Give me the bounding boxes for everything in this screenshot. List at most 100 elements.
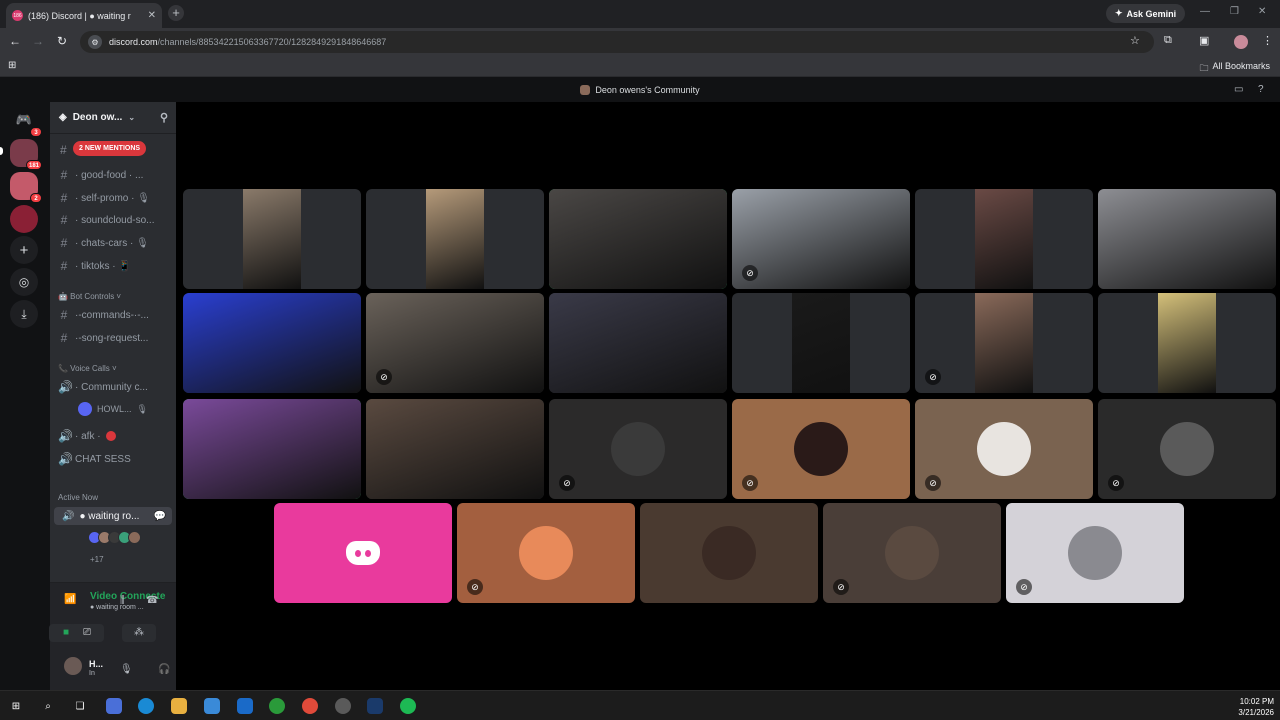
chrome-menu-icon[interactable]: ⋮ <box>1262 34 1273 47</box>
participant-tile-16[interactable]: ⊘ <box>732 399 910 499</box>
voice-channel-chat-sess[interactable]: 🔊 CHAT SESS <box>58 450 170 468</box>
help-icon[interactable]: ? <box>1258 84 1264 95</box>
participant-tile-17[interactable]: ⊘ <box>915 399 1093 499</box>
channel-self-promo[interactable]: # · self-promo · 🎙 <box>58 189 170 207</box>
hash-icon: # <box>60 168 68 182</box>
participant-tile-15[interactable]: ⊘ <box>549 399 727 499</box>
forward-arrow-icon[interactable]: → <box>30 34 46 48</box>
participant-tile-6[interactable] <box>1098 189 1276 289</box>
user-avatar[interactable] <box>64 657 82 675</box>
participant-tile-11[interactable]: ⊘ <box>915 293 1093 393</box>
activities-button[interactable]: ⁂ <box>122 624 156 642</box>
chrome-icon[interactable] <box>302 698 318 714</box>
participant-tile-10[interactable] <box>732 293 910 393</box>
steam-icon[interactable] <box>367 698 383 714</box>
windows-start-icon[interactable]: ⊞ <box>8 698 24 714</box>
back-arrow-icon[interactable]: ← <box>7 34 23 48</box>
ask-gemini-button[interactable]: ✦ Ask Gemini <box>1106 4 1186 23</box>
address-bar[interactable]: ⚙ discord.com/channels/88534221506336772… <box>80 31 1154 53</box>
microphone-icon[interactable]: 🎙 <box>120 664 133 675</box>
search-icon[interactable]: ⌕ <box>40 698 56 714</box>
invite-people-icon[interactable]: ⚲ <box>160 111 168 124</box>
participant-tile-13[interactable] <box>183 399 361 499</box>
participant-tile-5[interactable] <box>915 189 1093 289</box>
site-info-icon[interactable]: ⚙ <box>88 35 102 49</box>
participant-tile-9[interactable] <box>549 293 727 393</box>
category-voice-calls[interactable]: 📞 Voice Calls ˅ <box>58 364 117 373</box>
participant-tile-12[interactable] <box>1098 293 1276 393</box>
channel-song-request[interactable]: # ·-song-request... <box>58 329 170 347</box>
all-bookmarks-button[interactable]: 🗀 All Bookmarks <box>1199 61 1270 77</box>
window-close-icon[interactable]: ✕ <box>1258 6 1266 17</box>
participant-tile-21[interactable] <box>640 503 818 603</box>
channel-tiktoks[interactable]: # · tiktoks · 📱 <box>58 257 170 275</box>
channel-chats-cars[interactable]: # · chats-cars · 🎙 <box>58 234 170 252</box>
voice-member[interactable]: HOWL... 🎙 <box>78 400 170 418</box>
disconnect-icon[interactable]: ☎ <box>146 595 158 606</box>
extensions-icon[interactable]: ⧉ <box>1164 34 1172 47</box>
voice-channel-community[interactable]: 🔊 · Community c... <box>58 378 170 396</box>
system-clock[interactable]: 10:02 PM 3/21/2026 <box>1238 696 1274 718</box>
xbox-icon[interactable] <box>269 698 285 714</box>
obs-icon[interactable] <box>335 698 351 714</box>
participant-tile-22[interactable]: ⊘ <box>823 503 1001 603</box>
restore-icon[interactable]: ❐ <box>1230 6 1239 17</box>
edge-icon[interactable] <box>138 698 154 714</box>
participant-tile-8[interactable]: ⊘ <box>366 293 544 393</box>
reload-icon[interactable]: ↻ <box>54 34 70 48</box>
bookmark-star-icon[interactable]: ☆ <box>1130 34 1140 47</box>
apps-grid-icon[interactable]: ⊞ <box>8 60 16 71</box>
participant-avatar <box>794 422 848 476</box>
participant-tile-2[interactable] <box>366 189 544 289</box>
new-tab-button[interactable]: + <box>168 5 184 21</box>
server-icon-2[interactable]: 2 <box>10 172 42 203</box>
copilot-icon[interactable] <box>106 698 122 714</box>
video-feed <box>183 399 361 499</box>
server-rail: 🎮 3 181 2 + ◎ ⤓ <box>0 102 50 690</box>
chat-bubble-icon[interactable]: 💬 <box>154 511 166 522</box>
participant-tile-19[interactable] <box>274 503 452 603</box>
add-server-icon[interactable]: + <box>10 236 38 264</box>
discord-logo-icon <box>346 541 380 565</box>
new-mentions-badge[interactable]: 2 NEW MENTIONS <box>73 141 147 156</box>
spotify-icon[interactable] <box>400 698 416 714</box>
category-bot-controls[interactable]: 🤖 Bot Controls ˅ <box>58 292 121 301</box>
headphones-icon[interactable]: 🎧 <box>158 664 170 675</box>
file-explorer-icon[interactable] <box>171 698 187 714</box>
profile-avatar[interactable] <box>1234 35 1248 49</box>
outlook-icon[interactable] <box>237 698 253 714</box>
participant-tile-20[interactable]: ⊘ <box>457 503 635 603</box>
channel-sidebar: ◈ Deon ow... ⌄ ⚲ # 2 NEW MENTIONS # · go… <box>49 102 205 690</box>
voice-channel-waiting-room[interactable]: 🔊 ● waiting ro... 💬 <box>54 507 172 525</box>
voice-channel-afk[interactable]: 🔊 · afk · <box>58 427 170 445</box>
server-icon-3[interactable] <box>10 205 38 233</box>
inbox-icon[interactable]: ▭ <box>1234 84 1243 95</box>
side-panel-icon[interactable]: ▣ <box>1199 34 1209 47</box>
noise-suppression-icon[interactable]: ⫼ <box>120 595 125 606</box>
channel-good-food[interactable]: # · good-food · ... <box>58 166 170 184</box>
discord-home-icon[interactable]: 🎮 3 <box>10 106 42 137</box>
task-view-icon[interactable]: ❏ <box>72 698 88 714</box>
tab-close-icon[interactable]: ✕ <box>148 10 156 21</box>
download-icon[interactable]: ⤓ <box>10 300 38 328</box>
channel-soundcloud[interactable]: # · soundcloud-so... <box>58 211 170 229</box>
server-icon-1[interactable]: 181 <box>10 139 42 170</box>
participant-tile-1[interactable] <box>183 189 361 289</box>
participant-tile-18[interactable]: ⊘ <box>1098 399 1276 499</box>
channel-label: ·-commands-·-... <box>75 309 149 321</box>
bookmarks-bar: ⊞ 🗀 All Bookmarks <box>0 56 1280 77</box>
participant-tile-7[interactable] <box>183 293 361 393</box>
participant-tile-3[interactable] <box>549 189 727 289</box>
discover-compass-icon[interactable]: ◎ <box>10 268 38 296</box>
store-icon[interactable] <box>204 698 220 714</box>
channel-commands[interactable]: # ·-commands-·-... <box>58 306 170 324</box>
minimize-icon[interactable]: — <box>1200 6 1210 17</box>
participant-tile-4[interactable]: ⊘ <box>732 189 910 289</box>
screen-share-button[interactable]: ⎚ <box>70 624 104 642</box>
participant-tile-14[interactable] <box>366 399 544 499</box>
participant-avatar <box>885 526 939 580</box>
guild-header[interactable]: ◈ Deon ow... ⌄ ⚲ <box>50 102 176 134</box>
tab-title: (186) Discord | ● waiting r <box>28 10 131 21</box>
browser-tab[interactable]: 186 (186) Discord | ● waiting r ✕ <box>6 3 162 28</box>
participant-tile-23[interactable]: ⊘ <box>1006 503 1184 603</box>
